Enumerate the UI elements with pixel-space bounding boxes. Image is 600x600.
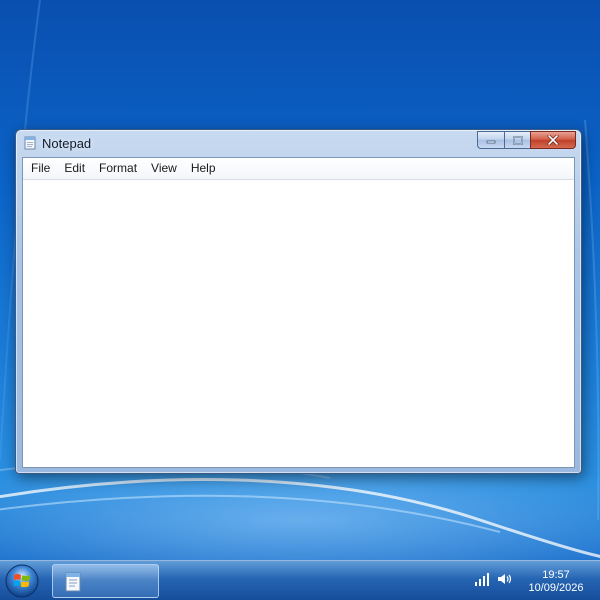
window-client: File Edit Format View Help <box>22 157 575 468</box>
close-icon <box>547 135 559 145</box>
text-editor-area[interactable] <box>23 180 574 467</box>
volume-icon[interactable] <box>497 572 513 586</box>
maximize-icon <box>512 135 523 145</box>
minimize-icon <box>486 140 496 144</box>
notepad-window[interactable]: Notepad File Edit Format View Help <box>15 129 582 474</box>
menu-edit[interactable]: Edit <box>58 159 91 178</box>
menu-bar: File Edit Format View Help <box>23 158 574 180</box>
caption-buttons <box>477 131 576 149</box>
network-signal-icon[interactable] <box>474 572 490 586</box>
clock-date: 10/09/2026 <box>528 582 584 594</box>
title-bar[interactable]: Notepad <box>16 130 581 156</box>
system-clock[interactable]: 19:57 10/09/2026 <box>518 569 594 595</box>
menu-file[interactable]: File <box>25 159 56 178</box>
window-title: Notepad <box>42 136 92 151</box>
menu-format[interactable]: Format <box>93 159 143 178</box>
menu-view[interactable]: View <box>145 159 183 178</box>
notepad-icon <box>24 136 36 150</box>
desktop: Notepad File Edit Format View Help 19:57… <box>0 0 600 600</box>
clock-time: 19:57 <box>542 569 570 581</box>
menu-help[interactable]: Help <box>185 159 222 178</box>
maximize-button[interactable] <box>504 131 530 149</box>
minimize-button[interactable] <box>477 131 504 149</box>
close-button[interactable] <box>530 131 576 149</box>
start-button[interactable] <box>5 564 39 598</box>
notepad-icon <box>65 572 81 592</box>
taskbar-notepad-button[interactable] <box>52 564 159 598</box>
